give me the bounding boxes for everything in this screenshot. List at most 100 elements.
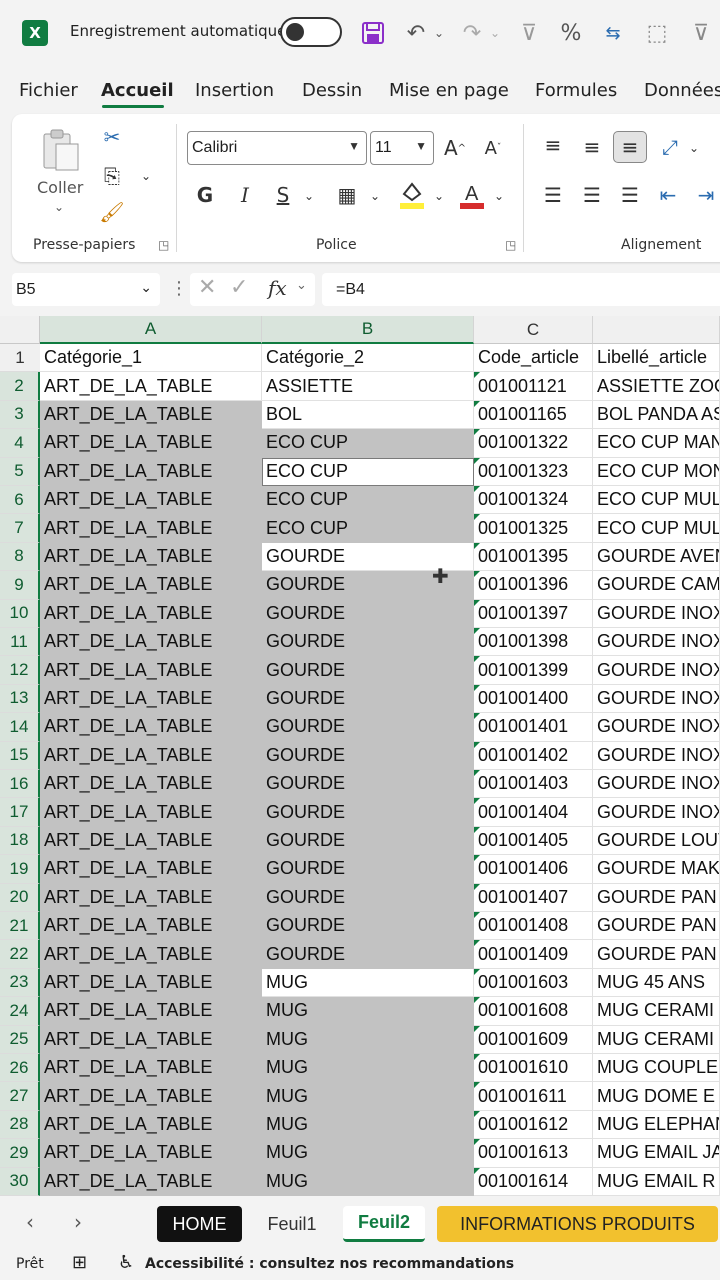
percent-icon[interactable]: % (556, 16, 586, 50)
cell-d-26[interactable]: MUG COUPLE (593, 1054, 720, 1083)
row-header[interactable]: 11 (0, 628, 40, 657)
orientation-icon[interactable]: ⤢ (655, 132, 685, 162)
tab-fichier[interactable]: Fichier (19, 80, 78, 101)
row-header[interactable]: 18 (0, 826, 40, 856)
cell-d-16[interactable]: GOURDE INOX (593, 770, 720, 799)
cell-b-3[interactable]: BOL (262, 400, 474, 430)
cell-b-15[interactable]: GOURDE (262, 741, 474, 770)
cell-c-27[interactable]: 001001611 (474, 1082, 593, 1111)
row-header[interactable]: 15 (0, 741, 40, 770)
select-all-corner[interactable] (0, 316, 40, 344)
row-header[interactable]: 29 (0, 1139, 40, 1168)
cell-c-25[interactable]: 001001609 (474, 1025, 593, 1054)
cell-c-23[interactable]: 001001603 (474, 968, 593, 998)
increase-indent-icon[interactable]: ⇥ (692, 180, 720, 210)
cell-b-28[interactable]: MUG (262, 1110, 474, 1140)
sheet-tab-home[interactable]: HOME (157, 1206, 242, 1242)
cell-a-29[interactable]: ART_DE_LA_TABLE (40, 1139, 262, 1168)
align-middle-icon[interactable]: ≡ (577, 132, 607, 162)
row-header[interactable]: 8 (0, 542, 40, 572)
cell-d-14[interactable]: GOURDE INOX (593, 713, 720, 742)
cell-b-14[interactable]: GOURDE (262, 713, 474, 742)
cell-a-5[interactable]: ART_DE_LA_TABLE (40, 457, 262, 486)
row-header[interactable]: 16 (0, 770, 40, 799)
cell-a-12[interactable]: ART_DE_LA_TABLE (40, 656, 262, 685)
cell-a-21[interactable]: ART_DE_LA_TABLE (40, 912, 262, 941)
cell-a-3[interactable]: ART_DE_LA_TABLE (40, 400, 262, 430)
row-header[interactable]: 23 (0, 968, 40, 998)
cell-c-10[interactable]: 001001397 (474, 599, 593, 628)
orientation-dropdown-icon[interactable]: ⌄ (686, 136, 702, 160)
undo-dropdown-icon[interactable]: ⌄ (430, 16, 448, 50)
cell-d-6[interactable]: ECO CUP MUL (593, 486, 720, 515)
row-header[interactable]: 10 (0, 599, 40, 628)
underline-dropdown-icon[interactable]: ⌄ (300, 184, 318, 208)
cancel-icon[interactable]: ✕ (198, 275, 216, 300)
cell-a-28[interactable]: ART_DE_LA_TABLE (40, 1110, 262, 1140)
align-right-icon[interactable]: ☰ (615, 180, 645, 210)
column-header-b[interactable]: B (262, 316, 474, 344)
cell-d-4[interactable]: ECO CUP MAN (593, 429, 720, 458)
cell-d-10[interactable]: GOURDE INOX (593, 599, 720, 628)
cell-b-24[interactable]: MUG (262, 997, 474, 1026)
fill-color-dropdown-icon[interactable]: ⌄ (430, 184, 448, 208)
cell-d-23[interactable]: MUG 45 ANS (593, 968, 720, 998)
tab-mise-en-page[interactable]: Mise en page (389, 80, 509, 101)
paste-dropdown-icon[interactable]: ⌄ (54, 200, 64, 214)
cell-d-28[interactable]: MUG ELEPHAN (593, 1110, 720, 1140)
cell-d-24[interactable]: MUG CERAMI (593, 997, 720, 1026)
row-header[interactable]: 30 (0, 1167, 40, 1196)
row-header[interactable]: 24 (0, 997, 40, 1026)
row-header[interactable]: 19 (0, 855, 40, 884)
cell-c-1[interactable]: Code_article (474, 344, 593, 373)
sheet-tab-feuil1[interactable]: Feuil1 (257, 1206, 327, 1242)
cell-c-14[interactable]: 001001401 (474, 713, 593, 742)
cell-d-8[interactable]: GOURDE AVEN (593, 542, 720, 572)
cell-d-9[interactable]: GOURDE CAM (593, 571, 720, 600)
row-header[interactable]: 13 (0, 684, 40, 714)
cell-b-10[interactable]: GOURDE (262, 599, 474, 628)
column-header-a[interactable]: A (40, 316, 262, 344)
font-color-icon[interactable]: A (456, 178, 488, 212)
cell-d-20[interactable]: GOURDE PAN (593, 883, 720, 912)
accessibility-status[interactable]: Accessibilité : consultez nos recommanda… (145, 1256, 514, 1272)
cell-b-11[interactable]: GOURDE (262, 628, 474, 657)
copy-dropdown-icon[interactable]: ⌄ (138, 166, 154, 186)
cell-a-23[interactable]: ART_DE_LA_TABLE (40, 968, 262, 998)
fill-color-icon[interactable] (396, 178, 428, 212)
cell-d-13[interactable]: GOURDE INOX (593, 684, 720, 714)
cell-b-4[interactable]: ECO CUP (262, 429, 474, 458)
align-center-icon[interactable]: ☰ (577, 180, 607, 210)
sheet-tab-informations-produits[interactable]: INFORMATIONS PRODUITS (437, 1206, 718, 1242)
row-header[interactable]: 28 (0, 1110, 40, 1140)
cell-d-27[interactable]: MUG DOME E (593, 1082, 720, 1111)
row-header[interactable]: 27 (0, 1082, 40, 1111)
cell-a-24[interactable]: ART_DE_LA_TABLE (40, 997, 262, 1026)
shrink-font-icon[interactable]: Aˇ (478, 132, 508, 164)
cell-d-18[interactable]: GOURDE LOUT (593, 826, 720, 856)
cell-c-16[interactable]: 001001403 (474, 770, 593, 799)
cell-b-23[interactable]: MUG (262, 968, 474, 998)
cell-d-15[interactable]: GOURDE INOX (593, 741, 720, 770)
font-color-dropdown-icon[interactable]: ⌄ (490, 184, 508, 208)
borders-icon[interactable]: ▦ (332, 180, 362, 210)
cell-b-2[interactable]: ASSIETTE (262, 372, 474, 401)
cell-c-20[interactable]: 001001407 (474, 883, 593, 912)
borders-dropdown-icon[interactable]: ⌄ (366, 184, 384, 208)
tab-accueil[interactable]: Accueil (101, 80, 174, 101)
cell-d-5[interactable]: ECO CUP MON (593, 457, 720, 486)
cell-b-19[interactable]: GOURDE (262, 855, 474, 884)
cell-a-25[interactable]: ART_DE_LA_TABLE (40, 1025, 262, 1054)
cell-c-21[interactable]: 001001408 (474, 912, 593, 941)
cell-a-1[interactable]: Catégorie_1 (40, 344, 262, 373)
cell-c-12[interactable]: 001001399 (474, 656, 593, 685)
sheet-next-icon[interactable]: › (74, 1210, 82, 1234)
cell-d-25[interactable]: MUG CERAMI (593, 1025, 720, 1054)
cell-b-27[interactable]: MUG (262, 1082, 474, 1111)
row-header[interactable]: 20 (0, 883, 40, 912)
cell-a-15[interactable]: ART_DE_LA_TABLE (40, 741, 262, 770)
row-header[interactable]: 25 (0, 1025, 40, 1054)
font-name-combo[interactable]: Calibri ▼ (187, 131, 367, 165)
cell-c-24[interactable]: 001001608 (474, 997, 593, 1026)
cell-b-25[interactable]: MUG (262, 1025, 474, 1054)
